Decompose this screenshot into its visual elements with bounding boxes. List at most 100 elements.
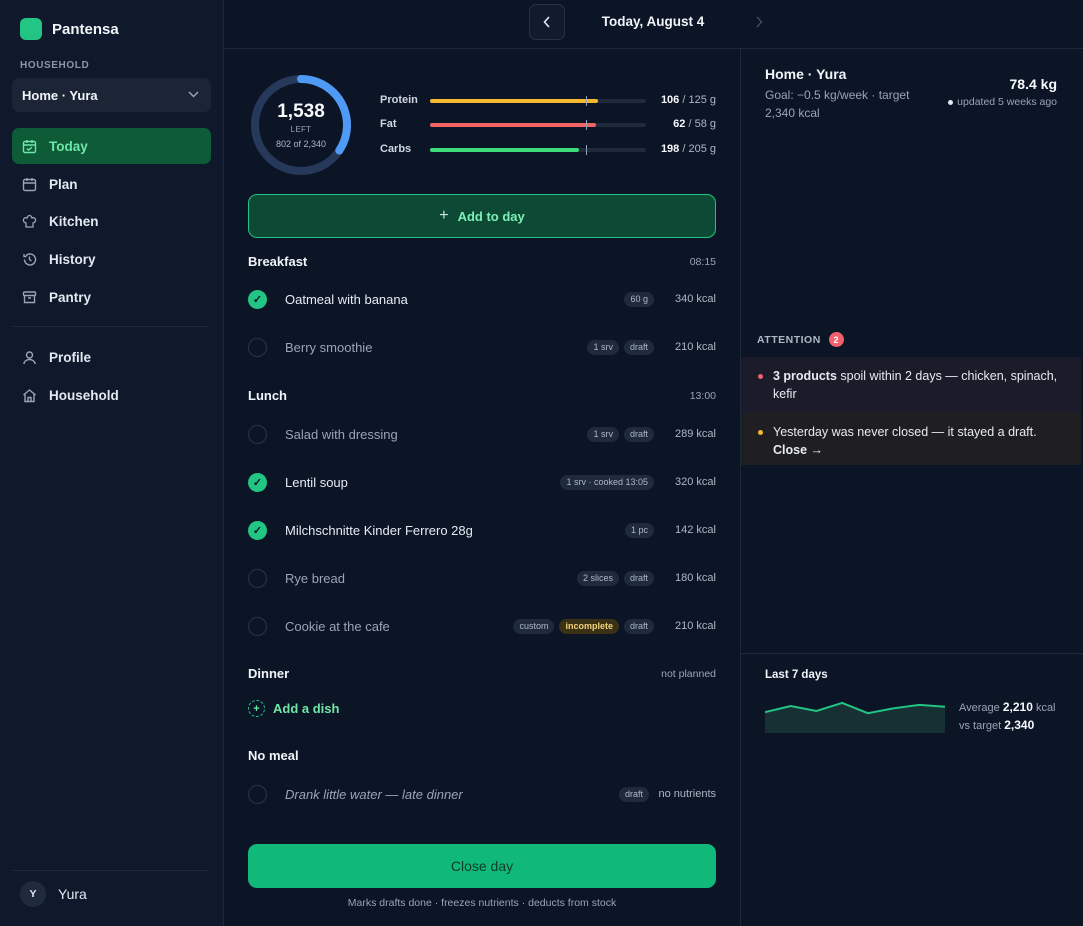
nav-item-history[interactable]: History: [12, 241, 211, 277]
macro-protein: Protein 106 / 125 g: [380, 93, 716, 109]
plus-icon: +: [439, 207, 449, 224]
unchecked-icon[interactable]: [248, 616, 267, 636]
tag: 2 slices: [576, 570, 619, 586]
average-value: 2,210: [1002, 700, 1033, 714]
household-section-label: HOUSEHOLD: [20, 60, 90, 71]
macro-target: / 58 g: [688, 118, 716, 130]
item-kcal: 210 kcal: [675, 620, 716, 632]
close-day-button[interactable]: Close day: [248, 844, 716, 888]
nav-item-pantry[interactable]: Pantry: [12, 279, 211, 315]
nav-item-profile[interactable]: Profile: [12, 339, 211, 375]
macro-current: 62: [673, 118, 686, 130]
close-yesterday-link[interactable]: Close →: [773, 443, 823, 457]
macro-target: / 125 g: [682, 94, 716, 106]
user-name: Yura: [58, 886, 87, 902]
meal-header-no-meal: No meal: [248, 748, 716, 763]
calories-consumed: 802 of 2,340: [275, 138, 327, 149]
yellow-dot-icon: [758, 430, 763, 435]
next-day-button[interactable]: [741, 4, 777, 40]
unchecked-icon[interactable]: [248, 568, 267, 588]
item-kcal: 320 kcal: [675, 476, 716, 488]
weight-updated-text: updated 5 weeks ago: [957, 96, 1057, 108]
attention-count-badge: 2: [828, 332, 844, 347]
macro-carbs: Carbs 198 / 205 g: [380, 142, 716, 158]
calorie-sparkline: [765, 701, 946, 733]
average-label: Average: [959, 702, 1000, 714]
nav-item-kitchen[interactable]: Kitchen: [12, 203, 211, 239]
unchecked-icon[interactable]: [248, 337, 267, 357]
macro-target-tick: [585, 145, 587, 155]
current-weight: 78.4 kg: [1009, 76, 1057, 92]
day-panel: 1,538 LEFT 802 of 2,340 Protein 106 / 12…: [224, 49, 740, 926]
profile-name: Home · Yura: [765, 66, 847, 82]
trend-divider: [741, 653, 1083, 654]
item-name: Lentil soup: [285, 474, 348, 490]
add-to-day-label: Add to day: [457, 208, 525, 224]
checked-icon[interactable]: ✓: [248, 289, 267, 309]
household-select[interactable]: Home · Yura: [12, 78, 211, 112]
item-kcal: no nutrients: [658, 788, 716, 800]
user-menu[interactable]: Y Yura: [20, 881, 87, 907]
nav-label-household: Household: [49, 387, 119, 403]
tag: custom: [513, 618, 555, 634]
sidebar-divider: [12, 326, 208, 327]
add-dish-button[interactable]: + Add a dish: [248, 700, 339, 717]
average-unit: kcal: [1035, 702, 1056, 714]
item-kcal: 289 kcal: [675, 428, 716, 440]
meal-item[interactable]: ✓ Milchschnitte Kinder Ferrero 28g 1 pc …: [248, 519, 716, 541]
meal-item[interactable]: Rye bread 2 slices draft 180 kcal: [248, 567, 716, 589]
target-value: 2,340: [1004, 718, 1035, 732]
meal-header-breakfast: Breakfast 08:15: [248, 254, 716, 269]
chevron-left-icon: [543, 16, 550, 28]
nav-item-plan[interactable]: Plan: [12, 166, 211, 202]
meal-header-lunch: Lunch 13:00: [248, 388, 716, 403]
item-kcal: 210 kcal: [675, 341, 716, 353]
nav-item-today[interactable]: Today: [12, 128, 211, 164]
meal-item[interactable]: Cookie at the cafe custom incomplete draft…: [248, 615, 716, 637]
tag: 60 g: [624, 291, 654, 307]
meal-name: No meal: [248, 748, 299, 763]
history-icon: [21, 251, 37, 267]
home-icon: [21, 387, 37, 403]
incomplete-badge: incomplete: [559, 618, 619, 634]
meal-status: not planned: [661, 667, 716, 680]
calories-left-value: 1,538: [277, 100, 325, 122]
tag: 1 srv · cooked 13:05: [560, 474, 654, 490]
item-name: Cookie at the cafe: [285, 618, 390, 634]
alert-spoiling[interactable]: 3 products spoil within 2 days — chicken…: [741, 357, 1081, 413]
meal-time: 13:00: [689, 389, 716, 402]
unchecked-icon[interactable]: [248, 424, 267, 444]
meal-item[interactable]: Salad with dressing 1 srv draft 289 kcal: [248, 423, 716, 445]
nav-item-household[interactable]: Household: [12, 377, 211, 413]
calendar-icon: [21, 138, 37, 154]
checked-icon[interactable]: ✓: [248, 472, 267, 492]
meal-item[interactable]: Berry smoothie 1 srv draft 210 kcal: [248, 336, 716, 358]
macro-name: Protein: [380, 94, 418, 106]
tag: draft: [623, 426, 654, 442]
add-to-day-button[interactable]: + Add to day: [248, 194, 716, 238]
red-dot-icon: [758, 374, 763, 379]
meal-header-dinner: Dinner not planned: [248, 666, 716, 681]
macro-bar: [430, 145, 646, 155]
avatar: Y: [20, 881, 46, 907]
meal-item[interactable]: ✓ Lentil soup 1 srv · cooked 13:05 320 k…: [248, 471, 716, 493]
calendar-grid-icon: [21, 176, 37, 192]
previous-day-button[interactable]: [529, 4, 565, 40]
macro-target-tick: [585, 96, 587, 106]
item-kcal: 180 kcal: [675, 572, 716, 584]
unchecked-icon[interactable]: [248, 784, 267, 804]
brand[interactable]: Pantensa: [20, 18, 119, 40]
close-day-note: Marks drafts done · freezes nutrients · …: [347, 897, 617, 909]
nav-label-kitchen: Kitchen: [49, 213, 99, 229]
nav-label-today: Today: [49, 138, 88, 154]
meal-item[interactable]: Drank little water — late dinner draft n…: [248, 783, 716, 805]
archive-box-icon: [21, 289, 37, 305]
tag: 1 srv: [587, 339, 619, 355]
checked-icon[interactable]: ✓: [248, 520, 267, 540]
item-name: Rye bread: [285, 570, 345, 586]
info-panel: Home · Yura Goal: −0.5 kg/week · target …: [741, 49, 1083, 926]
nav-label-profile: Profile: [49, 349, 92, 365]
meal-item[interactable]: ✓ Oatmeal with banana 60 g 340 kcal: [248, 288, 716, 310]
calorie-ring: 1,538 LEFT 802 of 2,340: [248, 72, 354, 178]
item-name: Oatmeal with banana: [285, 291, 408, 307]
